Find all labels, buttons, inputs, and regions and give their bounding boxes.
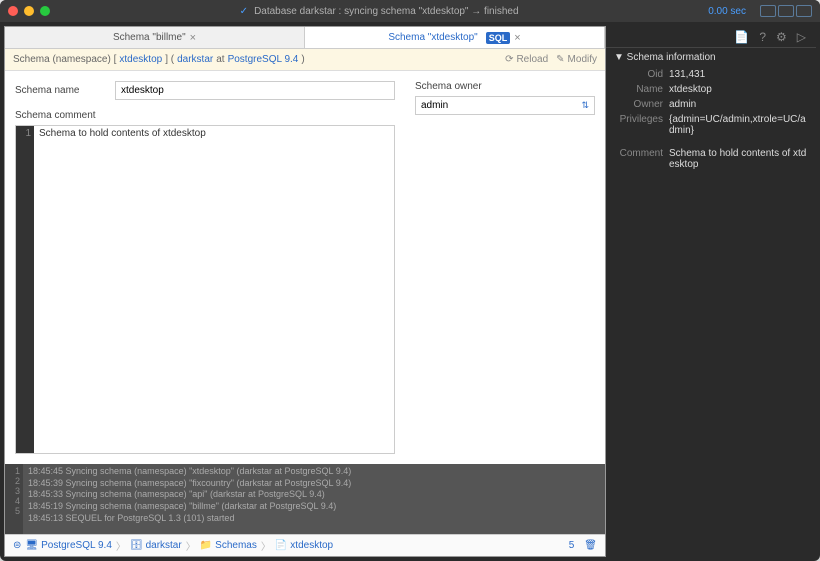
breadcrumb: Schema (namespace) [ xtdesktop ] ( darks… bbox=[5, 49, 605, 71]
log-line: 18:45:19 Syncing schema (namespace) "bil… bbox=[28, 501, 351, 513]
zoom-icon[interactable] bbox=[40, 6, 50, 16]
schema-owner-select[interactable]: admin ⇅ bbox=[415, 96, 595, 115]
tab-billme[interactable]: Schema "billme" × bbox=[5, 27, 305, 48]
info-row-comment: CommentSchema to hold contents of xtdesk… bbox=[614, 146, 808, 172]
forward-icon[interactable]: ▷ bbox=[797, 30, 806, 44]
titlebar: ✓ Database darkstar : syncing schema "xt… bbox=[0, 0, 820, 22]
close-icon[interactable] bbox=[8, 6, 18, 16]
footer-breadcrumb: ⊜ 🖥 PostgreSQL 9.4 〉 🗄 darkstar 〉 📁 Sche… bbox=[5, 534, 605, 556]
layout-button-3[interactable] bbox=[796, 5, 812, 17]
footer-database[interactable]: 🗄 darkstar bbox=[130, 540, 182, 551]
editor-text[interactable]: Schema to hold contents of xtdesktop bbox=[34, 126, 211, 453]
traffic-lights bbox=[8, 6, 50, 16]
log-panel: 12345 18:45:45 Syncing schema (namespace… bbox=[5, 464, 605, 534]
check-icon: ✓ bbox=[240, 6, 248, 17]
side-title[interactable]: ▼ Schema information bbox=[606, 48, 816, 67]
plug-icon: ⊜ bbox=[13, 540, 21, 551]
breadcrumb-schema-link[interactable]: xtdesktop bbox=[119, 54, 162, 65]
breadcrumb-server-link[interactable]: PostgreSQL 9.4 bbox=[228, 54, 299, 65]
schema-name-input[interactable] bbox=[115, 81, 395, 100]
layout-button-1[interactable] bbox=[760, 5, 776, 17]
elapsed-time: 0.00 sec bbox=[708, 6, 746, 17]
close-icon[interactable]: × bbox=[190, 32, 196, 44]
editor-gutter: 1 bbox=[16, 126, 34, 453]
document-icon[interactable]: 📄 bbox=[734, 30, 749, 44]
footer-server[interactable]: 🖥 PostgreSQL 9.4 bbox=[25, 540, 111, 551]
layout-buttons bbox=[760, 5, 812, 17]
schema-comment-editor[interactable]: 1 Schema to hold contents of xtdesktop bbox=[15, 125, 395, 454]
footer-schemas[interactable]: 📁 Schemas bbox=[200, 540, 257, 551]
modify-button[interactable]: ✎Modify bbox=[556, 54, 597, 65]
footer-count: 5 bbox=[569, 540, 575, 551]
form-area: Schema name Schema comment 1 Schema to h… bbox=[5, 71, 605, 464]
reload-button[interactable]: ⟳Reload bbox=[505, 54, 548, 65]
chevron-down-icon: ⇅ bbox=[581, 100, 589, 111]
tabs: Schema "billme" × Schema "xtdesktop" SQL… bbox=[5, 27, 605, 49]
side-toolbar: 📄 ? ⚙ ▷ bbox=[606, 26, 816, 48]
schema-owner-label: Schema owner bbox=[415, 81, 595, 92]
schema-name-label: Schema name bbox=[15, 85, 105, 96]
footer-schema[interactable]: 📄 xtdesktop bbox=[275, 540, 333, 551]
log-line: 18:45:13 SEQUEL for PostgreSQL 1.3 (101)… bbox=[28, 513, 351, 525]
side-table: Oid131,431 Namextdesktop Owneradmin Priv… bbox=[606, 67, 816, 172]
tab-label: Schema "xtdesktop" bbox=[388, 32, 477, 43]
side-panel: 📄 ? ⚙ ▷ ▼ Schema information Oid131,431 … bbox=[606, 26, 816, 557]
schema-comment-label: Schema comment bbox=[15, 110, 395, 121]
log-line: 18:45:39 Syncing schema (namespace) "fix… bbox=[28, 478, 351, 490]
info-row-name: Namextdesktop bbox=[614, 82, 808, 97]
select-value: admin bbox=[421, 100, 448, 111]
log-lines: 18:45:45 Syncing schema (namespace) "xtd… bbox=[23, 464, 356, 534]
layout-button-2[interactable] bbox=[778, 5, 794, 17]
tab-xtdesktop[interactable]: Schema "xtdesktop" SQL × bbox=[305, 27, 605, 48]
tab-label: Schema "billme" bbox=[113, 32, 186, 43]
trash-icon[interactable]: 🗑 bbox=[584, 540, 597, 551]
main-panel: Schema "billme" × Schema "xtdesktop" SQL… bbox=[4, 26, 606, 557]
log-line: 18:45:45 Syncing schema (namespace) "xtd… bbox=[28, 466, 351, 478]
status-text: Database darkstar : syncing schema "xtde… bbox=[254, 6, 518, 17]
breadcrumb-db-link[interactable]: darkstar bbox=[177, 54, 213, 65]
gear-icon[interactable]: ⚙ bbox=[776, 30, 787, 44]
info-row-privileges: Privileges{admin=UC/admin,xtrole=UC/admi… bbox=[614, 112, 808, 138]
minimize-icon[interactable] bbox=[24, 6, 34, 16]
log-gutter: 12345 bbox=[5, 464, 23, 534]
title-status: ✓ Database darkstar : syncing schema "xt… bbox=[56, 6, 702, 17]
edit-icon: ✎ bbox=[556, 54, 564, 65]
app-window: ✓ Database darkstar : syncing schema "xt… bbox=[0, 0, 820, 561]
reload-icon: ⟳ bbox=[505, 54, 513, 65]
log-line: 18:45:33 Syncing schema (namespace) "api… bbox=[28, 489, 351, 501]
breadcrumb-prefix: Schema (namespace) [ bbox=[13, 54, 116, 65]
sql-badge[interactable]: SQL bbox=[486, 32, 511, 44]
info-row-oid: Oid131,431 bbox=[614, 67, 808, 82]
help-icon[interactable]: ? bbox=[759, 30, 766, 44]
info-row-owner: Owneradmin bbox=[614, 97, 808, 112]
close-icon[interactable]: × bbox=[514, 32, 520, 44]
